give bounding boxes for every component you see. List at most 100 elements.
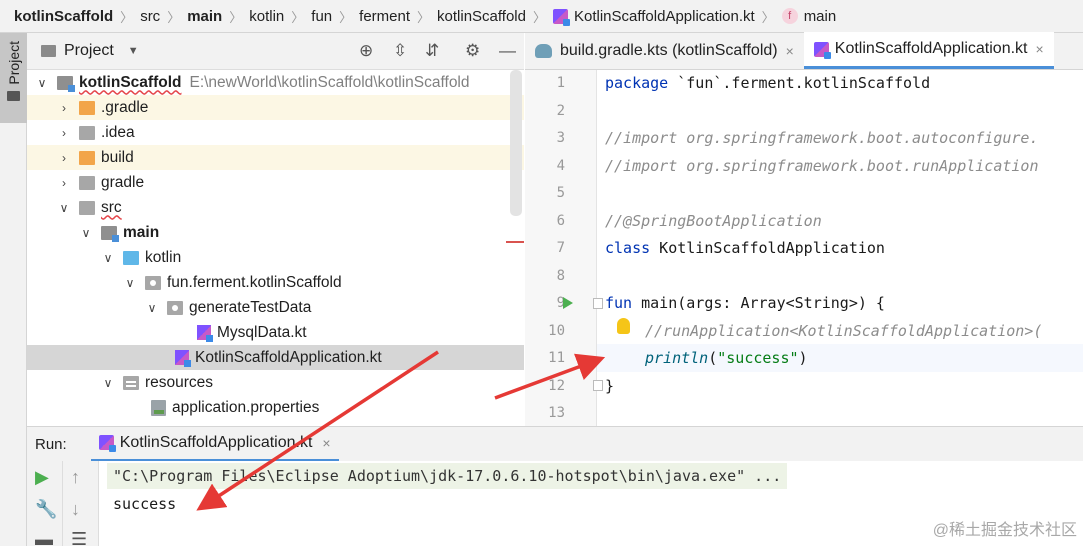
package-icon [145, 276, 161, 290]
tree-item-label: MysqlData.kt [217, 324, 307, 342]
project-panel-header: Project ▼ ⊕ ⇳ ⇵ ⚙ — [27, 33, 524, 70]
chevron-down-icon[interactable]: ∨ [35, 76, 49, 90]
project-path: E:\newWorld\kotlinScaffold\kotlinScaffol… [189, 74, 469, 92]
tree-item-label: .idea [101, 124, 135, 142]
tab-application-kt[interactable]: KotlinScaffoldApplication.kt × [804, 32, 1054, 69]
breadcrumb-item-package[interactable]: kotlinScaffold [437, 8, 526, 25]
folder-icon [7, 91, 20, 101]
breadcrumb-item-file[interactable]: KotlinScaffoldApplication.kt [574, 8, 755, 25]
line-number: 6 [525, 213, 565, 229]
tree-item-label: fun.ferment.kotlinScaffold [167, 274, 342, 292]
breadcrumb-item-ferment[interactable]: ferment [359, 8, 410, 25]
chevron-down-icon[interactable]: ∨ [145, 301, 159, 315]
breadcrumb-separator: 〉 [339, 7, 352, 26]
run-gutter-icon[interactable] [563, 297, 573, 309]
tab-build-gradle[interactable]: build.gradle.kts (kotlinScaffold) × [525, 32, 804, 69]
code-text: KotlinScaffoldApplication [650, 239, 885, 257]
tree-item-gradle-dir[interactable]: › .gradle [27, 95, 524, 120]
chevron-right-icon[interactable]: › [57, 101, 71, 115]
tree-item-idea[interactable]: › .idea [27, 120, 524, 145]
editor-tab-bar: build.gradle.kts (kotlinScaffold) × Kotl… [525, 33, 1083, 70]
breadcrumb-item-main[interactable]: main [187, 8, 222, 25]
collapse-all-icon[interactable]: ⇵ [425, 41, 439, 61]
tree-item-application-kt[interactable]: KotlinScaffoldApplication.kt [27, 345, 524, 370]
gear-icon[interactable]: ⚙ [465, 41, 480, 61]
code-keyword: fun [605, 294, 632, 312]
breadcrumb-item-fun[interactable]: fun [311, 8, 332, 25]
breadcrumb-item-function[interactable]: main [804, 8, 837, 25]
line-number: 13 [525, 405, 565, 421]
line-number: 3 [525, 130, 565, 146]
close-icon[interactable]: × [1036, 41, 1044, 57]
console-command-line: "C:\Program Files\Eclipse Adoptium\jdk-1… [107, 463, 787, 489]
line-number: 2 [525, 103, 565, 119]
close-icon[interactable]: × [786, 43, 794, 59]
module-folder-icon [101, 226, 117, 240]
code-function: println [645, 349, 708, 367]
tab-label: KotlinScaffoldApplication.kt [835, 40, 1028, 58]
chevron-right-icon[interactable]: › [57, 151, 71, 165]
line-number: 12 [525, 378, 565, 394]
folder-icon [79, 201, 95, 215]
hide-icon[interactable]: — [499, 41, 516, 61]
rerun-icon[interactable]: ▶ [35, 467, 49, 488]
chevron-down-icon[interactable]: ∨ [123, 276, 137, 290]
locate-icon[interactable]: ⊕ [359, 41, 373, 61]
chevron-down-icon[interactable]: ∨ [101, 376, 115, 390]
line-number: 8 [525, 268, 565, 284]
line-number: 11 [525, 350, 565, 366]
breadcrumb-item-project[interactable]: kotlinScaffold [14, 8, 113, 25]
code-line: } [605, 377, 614, 395]
project-tool-tab[interactable]: Project [0, 33, 27, 123]
chevron-down-icon[interactable]: ∨ [79, 226, 93, 240]
tree-item-application-properties[interactable]: application.properties [27, 395, 524, 420]
tree-item-kotlin[interactable]: ∨ kotlin [27, 245, 524, 270]
chevron-right-icon[interactable]: › [57, 126, 71, 140]
kotlin-file-icon [175, 350, 189, 365]
run-toolbar-secondary: ↑ ↓ ☰ [63, 461, 99, 546]
close-icon[interactable]: × [322, 435, 330, 451]
arrow-up-icon[interactable]: ↑ [71, 467, 80, 488]
run-tab[interactable]: KotlinScaffoldApplication.kt × [91, 427, 339, 462]
tree-item-label: kotlinScaffold [79, 74, 181, 92]
arrow-down-icon[interactable]: ↓ [71, 499, 80, 520]
tree-item-gradle[interactable]: › gradle [27, 170, 524, 195]
chevron-down-icon[interactable]: ∨ [57, 201, 71, 215]
tree-item-generate-test-data[interactable]: ∨ generateTestData [27, 295, 524, 320]
project-view-selector[interactable]: Project ▼ [41, 42, 139, 60]
tree-item-build[interactable]: › build [27, 145, 524, 170]
fold-marker-icon[interactable] [593, 380, 603, 391]
gradle-icon [535, 44, 552, 58]
function-icon: f [782, 8, 798, 24]
left-tool-strip: Project [0, 33, 27, 546]
project-panel-title: Project [64, 42, 114, 60]
tree-item-label: .gradle [101, 99, 148, 117]
tree-item-project-root[interactable]: ∨ kotlinScaffold E:\newWorld\kotlinScaff… [27, 70, 524, 95]
breadcrumb-item-kotlin[interactable]: kotlin [249, 8, 284, 25]
tree-scrollbar[interactable] [510, 70, 522, 216]
code-editor[interactable]: 1 2 3 4 5 6 7 8 9 10 11 12 13 package `f… [525, 70, 1083, 426]
tree-item-package[interactable]: ∨ fun.ferment.kotlinScaffold [27, 270, 524, 295]
module-folder-icon [57, 76, 73, 90]
soft-wrap-icon[interactable]: ☰ [71, 529, 87, 550]
fold-marker-icon[interactable] [593, 298, 603, 309]
chevron-right-icon[interactable]: › [57, 176, 71, 190]
stop-icon[interactable]: ▬ [35, 529, 53, 550]
properties-file-icon [151, 400, 166, 416]
code-text: `fun`.ferment.kotlinScaffold [668, 74, 930, 92]
wrench-icon[interactable]: 🔧 [35, 499, 57, 520]
tree-item-resources[interactable]: ∨ resources [27, 370, 524, 395]
line-number: 9 [525, 295, 565, 311]
code-line: println("success") [645, 349, 808, 367]
expand-all-icon[interactable]: ⇳ [393, 41, 407, 61]
lightbulb-icon[interactable] [617, 318, 630, 334]
code-line: fun main(args: Array<String>) { [605, 294, 885, 312]
tree-item-main[interactable]: ∨ main [27, 220, 524, 245]
tree-item-mysqldata[interactable]: MysqlData.kt [27, 320, 524, 345]
breadcrumb-separator: 〉 [533, 7, 546, 26]
folder-icon [79, 151, 95, 165]
tree-item-src[interactable]: ∨ src [27, 195, 524, 220]
chevron-down-icon[interactable]: ∨ [101, 251, 115, 265]
breadcrumb-item-src[interactable]: src [140, 8, 160, 25]
project-tool-tab-label: Project [6, 41, 22, 85]
